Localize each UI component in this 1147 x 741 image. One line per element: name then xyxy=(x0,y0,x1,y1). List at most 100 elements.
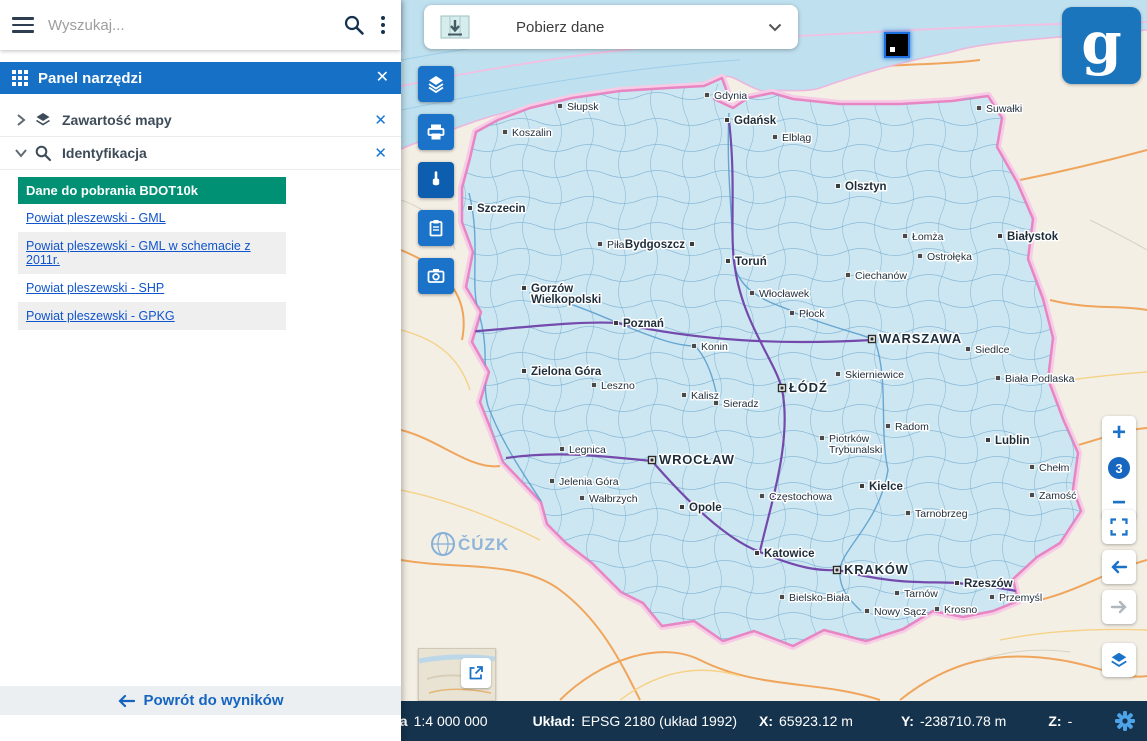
scale-value: 1:4 000 000 xyxy=(414,713,488,729)
basemap-switcher-button[interactable] xyxy=(1102,643,1136,677)
touch-identify-icon xyxy=(426,170,446,190)
search-bar xyxy=(0,0,401,50)
svg-text:Białystok: Białystok xyxy=(1007,231,1059,243)
svg-text:Tarnobrzeg: Tarnobrzeg xyxy=(915,508,968,520)
menu-hamburger-icon[interactable] xyxy=(12,13,34,37)
printer-icon xyxy=(426,122,446,142)
download-link-gml-2011[interactable]: Powiat pleszewski - GML w schemacie z 20… xyxy=(18,232,286,274)
scale-label: Skala xyxy=(401,713,408,729)
y-label: Y: xyxy=(901,713,914,729)
results-header: Dane do pobrania BDOT10k xyxy=(18,177,286,204)
previous-view-button[interactable] xyxy=(1102,550,1136,584)
settings-gear-icon xyxy=(1114,710,1136,732)
svg-text:Elbląg: Elbląg xyxy=(782,132,811,144)
minimap-expand-button[interactable] xyxy=(461,658,491,688)
download-link-gml[interactable]: Powiat pleszewski - GML xyxy=(18,204,286,232)
section-identification[interactable]: Identyfikacja ✕ xyxy=(0,137,401,170)
svg-text:Tarnów: Tarnów xyxy=(904,588,938,600)
svg-text:Radom: Radom xyxy=(895,421,929,433)
z-value: - xyxy=(1068,713,1073,729)
download-link-gpkg[interactable]: Powiat pleszewski - GPKG xyxy=(18,302,286,330)
download-data-dropdown[interactable]: Pobierz dane xyxy=(424,5,798,49)
city-marker: KRAKÓW xyxy=(834,562,909,577)
basemap-layers-icon xyxy=(1108,650,1130,670)
svg-text:Nowy Sącz: Nowy Sącz xyxy=(874,606,927,618)
search-options-icon[interactable] xyxy=(377,12,389,38)
svg-text:ŁÓDŹ: ŁÓDŹ xyxy=(789,380,828,395)
svg-text:Przemyśl: Przemyśl xyxy=(999,592,1042,604)
svg-text:Częstochowa: Częstochowa xyxy=(769,491,832,503)
city-marker: Ciechanów xyxy=(846,270,908,282)
zoom-control: + 3 − xyxy=(1102,416,1136,520)
svg-text:Suwałki: Suwałki xyxy=(986,103,1022,115)
city-marker: Katowice xyxy=(755,548,815,560)
svg-text:Jelenia Góra: Jelenia Góra xyxy=(559,476,619,488)
svg-text:Opole: Opole xyxy=(689,502,722,514)
panel-close-icon[interactable]: ✕ xyxy=(376,70,389,86)
city-marker: Włocławek xyxy=(750,288,810,300)
svg-text:Biała Podlaska: Biała Podlaska xyxy=(1005,373,1075,385)
svg-text:Lublin: Lublin xyxy=(995,435,1030,447)
svg-text:Gdynia: Gdynia xyxy=(714,90,747,102)
svg-text:Płock: Płock xyxy=(799,308,825,320)
crs-readout: Układ: EPSG 2180 (układ 1992) xyxy=(533,713,737,729)
clipboard-tool-button[interactable] xyxy=(418,210,454,246)
svg-text:Chełm: Chełm xyxy=(1039,462,1070,474)
city-marker: Białystok xyxy=(998,231,1059,243)
z-coordinate-readout: Z: - xyxy=(1048,713,1072,729)
map-layers-icon xyxy=(34,111,52,129)
svg-text:ČÚZK: ČÚZK xyxy=(458,535,509,554)
svg-text:Poznań: Poznań xyxy=(623,318,664,330)
search-icon[interactable] xyxy=(343,14,365,36)
search-input[interactable] xyxy=(48,17,343,34)
city-marker: Bielsko-Biała xyxy=(780,592,850,604)
fullscreen-button[interactable] xyxy=(1102,510,1136,544)
city-marker: Wałbrzych xyxy=(580,493,638,505)
map-marker-chip[interactable] xyxy=(884,32,910,58)
map-canvas[interactable]: MORZE BAŁTYCKIE ČÚZK xyxy=(401,0,1147,701)
section-map-contents[interactable]: Zawartość mapy ✕ xyxy=(0,104,401,137)
city-marker: Zielona Góra xyxy=(522,366,602,378)
next-view-button[interactable] xyxy=(1102,590,1136,624)
svg-text:Sieradz: Sieradz xyxy=(723,398,759,410)
x-coordinate-readout: X: 65923.12 m xyxy=(759,713,853,729)
svg-text:Gdańsk: Gdańsk xyxy=(734,115,777,127)
svg-text:Piła: Piła xyxy=(607,239,625,251)
zoom-level-badge: 3 xyxy=(1108,457,1130,479)
chevron-down-icon xyxy=(14,146,28,160)
geoportal-logo[interactable]: g xyxy=(1062,7,1141,84)
tools-panel-header: Panel narzędzi ✕ xyxy=(0,62,401,94)
svg-text:WARSZAWA: WARSZAWA xyxy=(879,331,962,346)
z-label: Z: xyxy=(1048,713,1061,729)
arrow-left-icon xyxy=(1110,560,1128,574)
chevron-down-icon xyxy=(768,23,782,32)
svg-text:WROCŁAW: WROCŁAW xyxy=(659,452,735,467)
status-bar: Skala 1:4 000 000 Układ: EPSG 2180 (ukła… xyxy=(401,701,1147,741)
svg-text:Szczecin: Szczecin xyxy=(477,203,526,215)
download-link-shp[interactable]: Powiat pleszewski - SHP xyxy=(18,274,286,302)
screenshot-tool-button[interactable] xyxy=(418,258,454,294)
city-marker: Częstochowa xyxy=(760,491,833,503)
svg-text:Bielsko-Biała: Bielsko-Biała xyxy=(789,592,850,604)
city-marker: Nowy Sącz xyxy=(865,606,927,618)
download-results: Dane do pobrania BDOT10k Powiat pleszews… xyxy=(18,177,286,330)
svg-text:Koszalin: Koszalin xyxy=(512,127,552,139)
svg-text:Katowice: Katowice xyxy=(764,548,815,560)
svg-text:Słupsk: Słupsk xyxy=(567,101,599,113)
layers-tool-button[interactable] xyxy=(418,66,454,102)
back-to-results-button[interactable]: Powrót do wyników xyxy=(0,686,401,715)
identify-tool-button[interactable] xyxy=(418,162,454,198)
crs-label: Układ: xyxy=(533,713,576,729)
print-tool-button[interactable] xyxy=(418,114,454,150)
settings-button[interactable] xyxy=(1111,707,1139,735)
zoom-in-button[interactable]: + xyxy=(1102,418,1136,448)
city-marker: Szczecin xyxy=(468,203,526,215)
section-close-icon[interactable]: ✕ xyxy=(374,146,387,161)
section-close-icon[interactable]: ✕ xyxy=(374,113,387,128)
side-panel: Panel narzędzi ✕ Zawartość mapy ✕ xyxy=(0,0,401,741)
svg-text:Ostrołęka: Ostrołęka xyxy=(927,251,972,263)
x-value: 65923.12 m xyxy=(779,713,853,729)
overview-minimap[interactable] xyxy=(418,648,496,701)
section-label: Identyfikacja xyxy=(62,145,147,161)
city-marker: WARSZAWA xyxy=(869,331,962,346)
